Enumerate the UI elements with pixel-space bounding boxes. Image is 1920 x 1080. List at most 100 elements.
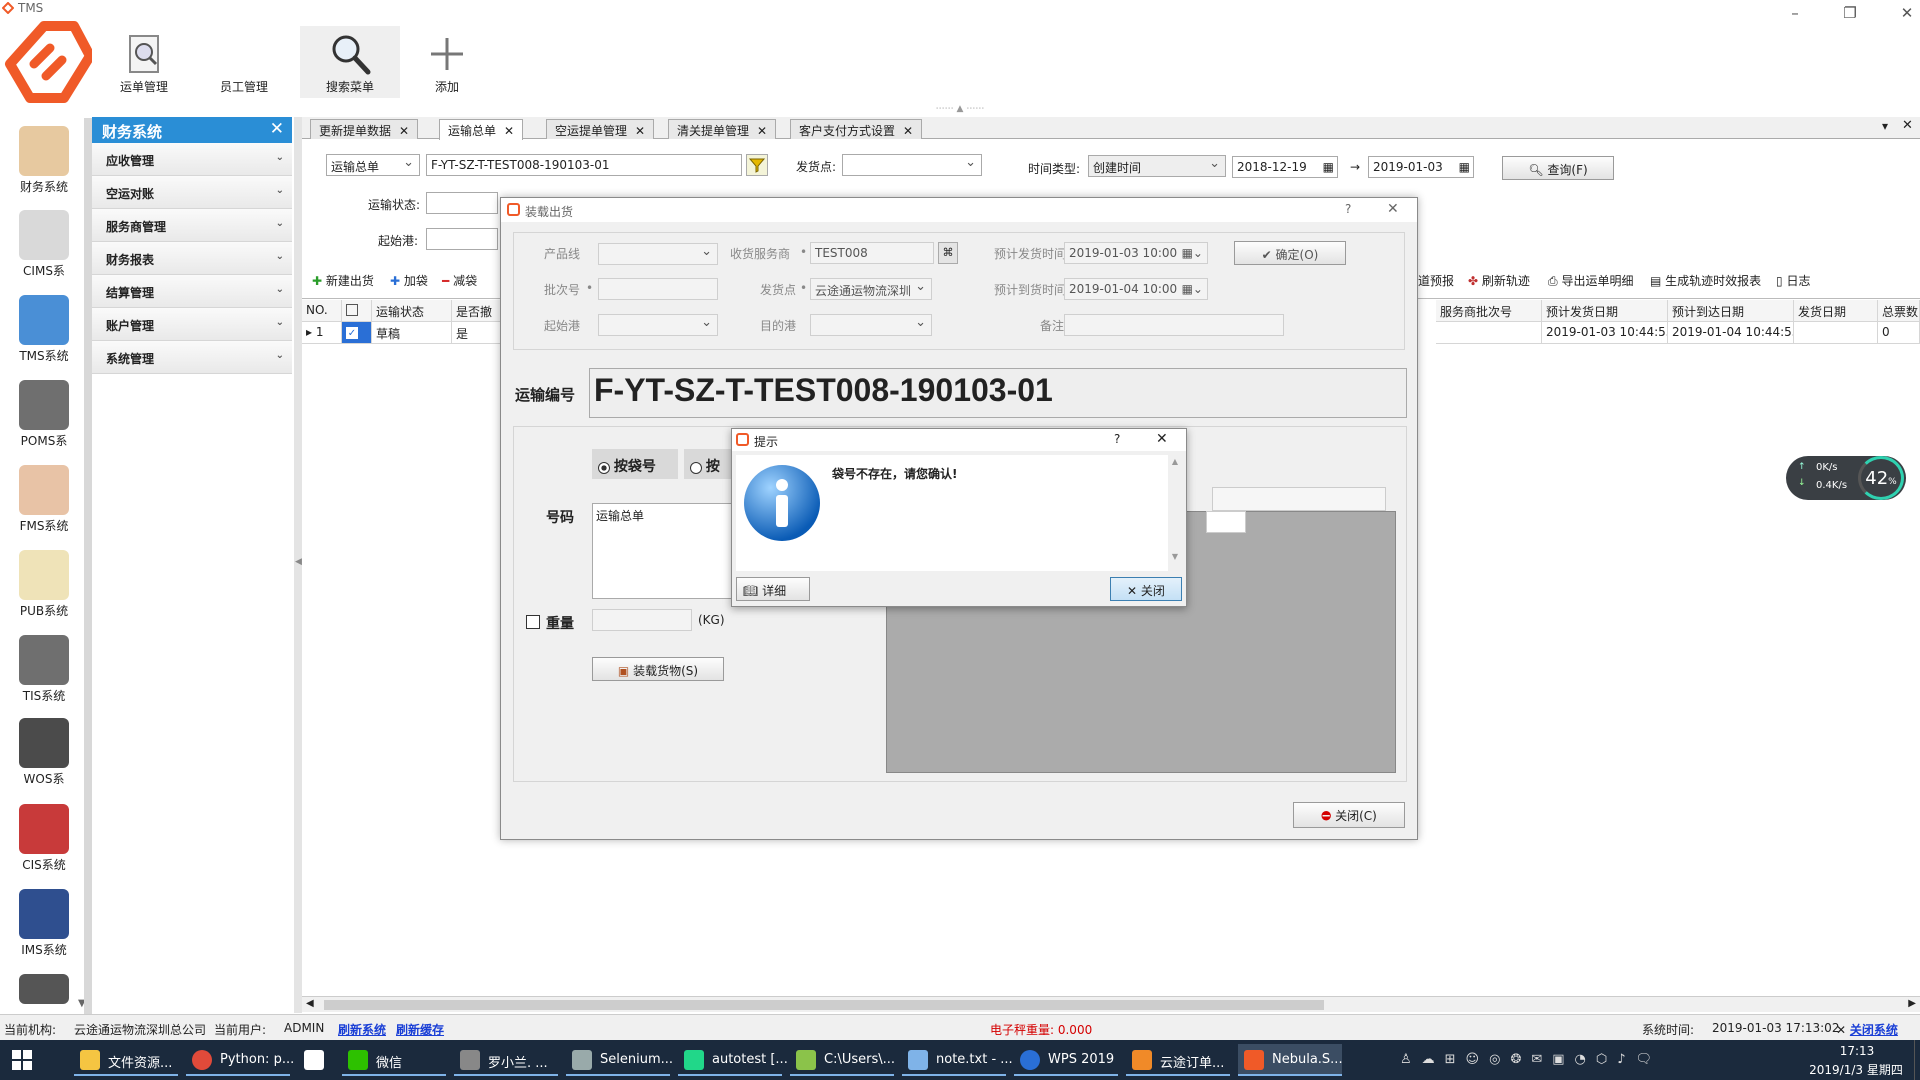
scroll-down-icon[interactable]: ▼ — [1168, 552, 1182, 561]
system-cis[interactable]: CIS系统 — [0, 804, 88, 873]
grid-header-total[interactable]: 总票数 — [1878, 300, 1920, 322]
system-pub[interactable]: PUB系统 — [0, 550, 88, 619]
row-revoke[interactable]: 是 — [452, 322, 502, 344]
alert-help-button[interactable]: ? — [1114, 432, 1120, 446]
scroll-left-icon[interactable]: ◀ — [306, 998, 314, 1009]
query-button[interactable]: 🔍︎ 查询(F) — [1502, 156, 1614, 180]
panel-splitter[interactable]: ◀ — [294, 117, 302, 1013]
grid-header-planned-arrive[interactable]: 预计到达日期 — [1668, 300, 1794, 322]
by-other-option[interactable]: 按 — [684, 449, 734, 479]
select-all-checkbox[interactable] — [346, 304, 358, 316]
tab-close-icon[interactable]: ✕ — [635, 124, 645, 138]
transport-number-input[interactable]: F-YT-SZ-T-TEST008-190103-01 — [426, 154, 742, 176]
close-all-tabs-icon[interactable]: ✕ — [1902, 118, 1913, 133]
task-mail[interactable] — [298, 1044, 338, 1076]
tab-transport-master[interactable]: 运输总单 ✕ — [439, 119, 524, 140]
row-status[interactable]: 草稿 — [372, 322, 452, 344]
nav-item-reports[interactable]: 财务报表 ⌄ — [92, 242, 292, 275]
row-planned-arrive[interactable]: 2019-01-04 10:44:55 — [1668, 322, 1794, 344]
plan-arrive-input[interactable]: 2019-01-04 10:00 ▦⌄ — [1064, 278, 1208, 300]
ribbon-search-menu-button[interactable]: 搜索菜单 — [300, 26, 400, 98]
nav-item-receivables[interactable]: 应收管理 ⌄ — [92, 143, 292, 176]
grid-header-status[interactable]: 运输状态 — [372, 300, 452, 322]
restore-button[interactable]: ❐ — [1835, 4, 1865, 22]
radio-checked[interactable] — [598, 461, 610, 474]
system-cims[interactable]: CIMS系 — [0, 210, 88, 279]
system-fms[interactable]: FMS系统 — [0, 465, 88, 534]
add-bag-button[interactable]: ✚ 加袋 — [390, 272, 428, 289]
tab-payment-method[interactable]: 客户支付方式设置 ✕ — [790, 119, 923, 139]
row-ship-date[interactable] — [1794, 322, 1878, 344]
gen-report-button[interactable]: ▤ 生成轨迹时效报表 — [1650, 272, 1761, 289]
calendar-icon[interactable]: ▦ — [1323, 160, 1334, 174]
confirm-button[interactable]: ✔ 确定(O) — [1234, 241, 1346, 265]
nav-item-accounts[interactable]: 账户管理 ⌄ — [92, 308, 292, 341]
tab-list-dropdown-icon[interactable]: ▾ — [1882, 119, 1888, 133]
scroll-up-icon[interactable]: ▲ — [1168, 457, 1182, 466]
start-port-input[interactable] — [426, 228, 498, 250]
grid-header-planned-ship[interactable]: 预计发货日期 — [1542, 300, 1668, 322]
system-poms[interactable]: POMS系 — [0, 380, 88, 449]
row-total[interactable]: 0 — [1878, 322, 1920, 344]
network-monitor-widget[interactable]: ↑ 0K/s ↓ 0.4K/s 42% — [1786, 456, 1906, 500]
log-button[interactable]: ▯ 日志 — [1776, 272, 1810, 289]
date-from-input[interactable]: 2018-12-19 ▦ — [1232, 156, 1338, 178]
grid-header-select[interactable] — [342, 300, 372, 322]
row-batch[interactable] — [1436, 322, 1542, 344]
grid-header-batch[interactable]: 服务商批次号 — [1436, 300, 1542, 322]
system-tms[interactable]: TMS系统 — [0, 295, 88, 364]
system-finance[interactable]: 财务系统 — [0, 126, 88, 195]
nav-item-system[interactable]: 系统管理 ⌄ — [92, 341, 292, 374]
calendar-icon[interactable]: ▦⌄ — [1182, 282, 1203, 296]
system-wos[interactable]: WOS系 — [0, 718, 88, 787]
calendar-icon[interactable]: ▦ — [1459, 160, 1470, 174]
plan-ship-input[interactable]: 2019-01-03 10:00 ▦⌄ — [1064, 242, 1208, 264]
system-ims[interactable]: IMS系统 — [0, 889, 88, 958]
system-tis[interactable]: TIS系统 — [0, 635, 88, 704]
system-scrollbar[interactable] — [84, 118, 92, 1014]
task-nebula[interactable]: Nebula.S... — [1238, 1044, 1343, 1076]
close-system-link[interactable]: ✕ 关闭系统 — [1836, 1021, 1898, 1038]
tab-customs-bill[interactable]: 清关提单管理 ✕ — [668, 119, 777, 139]
remark-input[interactable] — [1064, 314, 1284, 336]
alert-scrollbar[interactable]: ▲ ▼ — [1168, 455, 1182, 571]
date-to-input[interactable]: 2019-01-03 ▦ — [1368, 156, 1474, 178]
nav-item-provider[interactable]: 服务商管理 ⌄ — [92, 209, 292, 242]
system-more[interactable] — [0, 974, 88, 1004]
load-goods-button[interactable]: ▣ 装载货物(S) — [592, 657, 724, 681]
export-button[interactable]: ⎙ 导出运单明细 — [1548, 272, 1633, 289]
task-pycharm[interactable]: autotest [... — [678, 1044, 788, 1076]
tab-air-bill[interactable]: 空运提单管理 ✕ — [546, 119, 655, 139]
alert-detail-button[interactable]: 📖︎ 详细 — [736, 577, 810, 601]
row-planned-ship[interactable]: 2019-01-03 10:44:55 — [1542, 322, 1668, 344]
windows-start-icon[interactable] — [12, 1050, 32, 1070]
weight-checkbox[interactable] — [526, 615, 540, 629]
grid-hscrollbar[interactable]: ◀ ▶ — [302, 996, 1920, 1012]
status-input[interactable] — [426, 192, 498, 214]
product-line-select[interactable] — [598, 243, 718, 265]
receiver-input[interactable]: TEST008 — [810, 242, 934, 264]
alert-close-icon[interactable]: ✕ — [1156, 431, 1168, 447]
refresh-cache-link[interactable]: 刷新缓存 — [396, 1021, 444, 1038]
grid-header-no[interactable]: NO. — [302, 300, 342, 322]
task-wps[interactable]: WPS 2019 — [1014, 1044, 1118, 1076]
task-selenium[interactable]: Selenium... — [566, 1044, 673, 1076]
nav-item-settlement[interactable]: 结算管理 ⌄ — [92, 275, 292, 308]
binoculars-icon[interactable]: ⌘ — [938, 242, 958, 264]
origin-select[interactable] — [842, 154, 982, 176]
minimize-button[interactable]: – — [1780, 4, 1810, 22]
scroll-right-icon[interactable]: ▶ — [1908, 998, 1916, 1009]
nav-item-air-reconcile[interactable]: 空运对账 ⌄ — [92, 176, 292, 209]
task-file-explorer[interactable]: 文件资源... — [74, 1044, 178, 1076]
origin-select[interactable]: 云途通运物流深圳 — [810, 278, 932, 300]
code-textarea[interactable]: 运输总单 — [592, 503, 742, 599]
ribbon-add-button[interactable]: 添加 — [397, 26, 497, 98]
task-chrome[interactable]: Python: p... — [186, 1044, 294, 1076]
task-wechat[interactable]: 微信 — [342, 1044, 446, 1076]
row-checkbox[interactable]: ✓ — [346, 327, 358, 339]
task-order[interactable]: 云途订单... — [1126, 1044, 1230, 1076]
radio-unchecked[interactable] — [690, 461, 702, 474]
task-chat[interactable]: 罗小兰. ... — [454, 1044, 558, 1076]
ribbon-waybill-button[interactable]: 运单管理 — [94, 26, 194, 98]
new-shipment-button[interactable]: ✚ 新建出货 — [312, 272, 374, 289]
